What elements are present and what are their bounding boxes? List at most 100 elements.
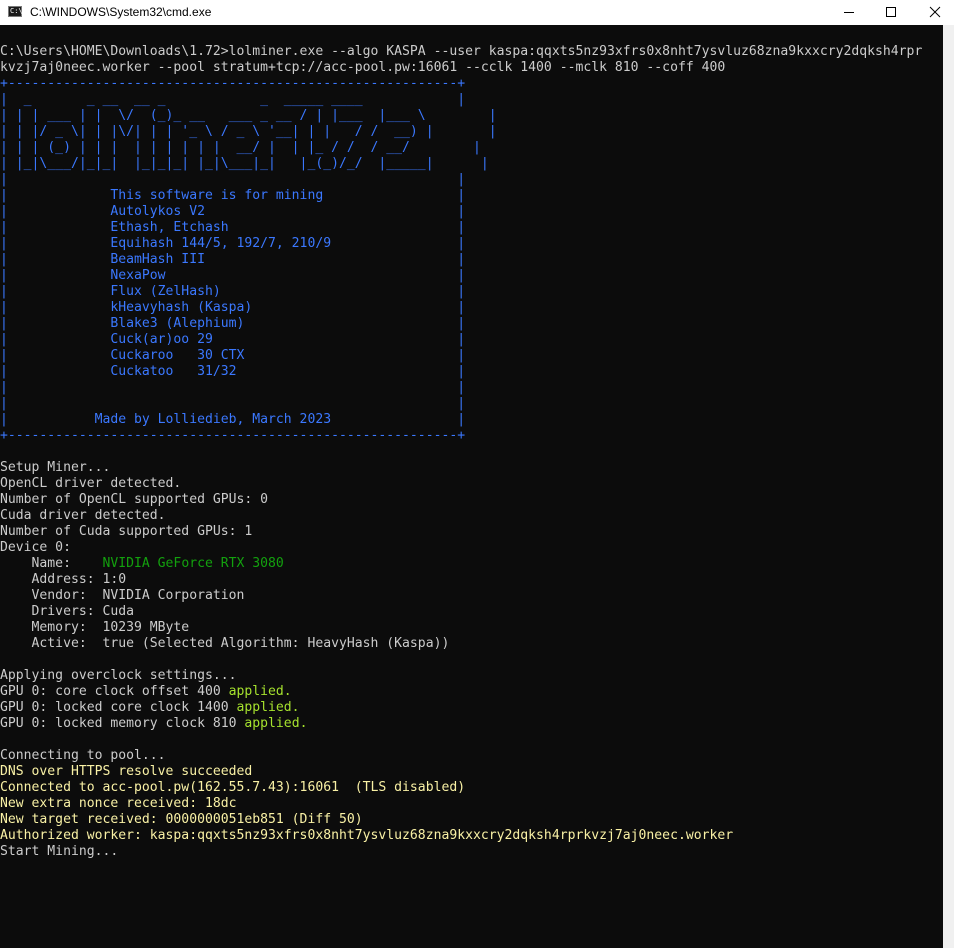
console-text: Connecting to pool... xyxy=(0,748,166,763)
console-text: | Cuckatoo 31/32 | xyxy=(0,364,466,379)
console-line: | NexaPow | xyxy=(0,268,922,284)
maximize-icon xyxy=(886,7,896,17)
console-line: | | xyxy=(0,380,922,396)
console-text: Number of Cuda supported GPUs: 1 xyxy=(0,524,253,539)
console-line: | | xyxy=(0,396,922,412)
console-line: Active: true (Selected Algorithm: HeavyH… xyxy=(0,636,922,652)
console-line: C:\Users\HOME\Downloads\1.72>lolminer.ex… xyxy=(0,44,922,60)
console-text: New extra nonce received: 18dc xyxy=(0,796,237,811)
console-line: | | | ___ | | \/ (_)_ __ ___ _ __ / | |_… xyxy=(0,108,922,124)
console-line: | Cuckatoo 31/32 | xyxy=(0,364,922,380)
console-line: | | xyxy=(0,172,922,188)
console-line: | This software is for mining | xyxy=(0,188,922,204)
console-line: | Flux (ZelHash) | xyxy=(0,284,922,300)
console-line: | Cuck(ar)oo 29 | xyxy=(0,332,922,348)
console-text: | Blake3 (Alephium) | xyxy=(0,316,466,331)
console-line: | Blake3 (Alephium) | xyxy=(0,316,922,332)
console-text: Setup Miner... xyxy=(0,460,111,475)
console-line: DNS over HTTPS resolve succeeded xyxy=(0,764,922,780)
console-line: | | | (_) | | | | | | | | | __/ | | |_ /… xyxy=(0,140,922,156)
console-line: Device 0: xyxy=(0,540,922,556)
console-text: | kHeavyhash (Kaspa) | xyxy=(0,300,466,315)
title-bar[interactable]: C:\ C:\WINDOWS\System32\cmd.exe xyxy=(0,0,954,24)
console-line: Setup Miner... xyxy=(0,460,922,476)
console-line: kvzj7aj0neec.worker --pool stratum+tcp:/… xyxy=(0,60,922,76)
console-text: | BeamHash III | xyxy=(0,252,466,267)
console-line: Connecting to pool... xyxy=(0,748,922,764)
console-line: | | |/ _ \| | |\/| | | '_ \ / _ \ '__| |… xyxy=(0,124,922,140)
console-line: New target received: 0000000051eb851 (Di… xyxy=(0,812,922,828)
console-text: OpenCL driver detected. xyxy=(0,476,182,491)
cmd-window: C:\ C:\WINDOWS\System32\cmd.exe C:\Users… xyxy=(0,0,954,948)
console-text: GPU 0: locked core clock 1400 xyxy=(0,700,237,715)
console-text: kvzj7aj0neec.worker --pool stratum+tcp:/… xyxy=(0,60,726,75)
console-text: | | | ___ | | \/ (_)_ __ ___ _ __ / | |_… xyxy=(0,108,497,123)
console-text: | Cuckaroo 30 CTX | xyxy=(0,348,466,363)
console-text: +---------------------------------------… xyxy=(0,428,466,443)
console-text: | Equihash 144/5, 192/7, 210/9 | xyxy=(0,236,466,251)
console-line: | Equihash 144/5, 192/7, 210/9 | xyxy=(0,236,922,252)
console-text: | Made by Lolliedieb, March 2023 | xyxy=(0,412,466,427)
console-text: GPU 0: locked memory clock 810 xyxy=(0,716,245,731)
console-line: | Ethash, Etchash | xyxy=(0,220,922,236)
console-text: | This software is for mining | xyxy=(0,188,466,203)
cmd-app-icon[interactable]: C:\ xyxy=(8,6,23,17)
close-button[interactable] xyxy=(912,0,954,24)
console-text: | | | (_) | | | | | | | | | __/ | | |_ /… xyxy=(0,140,481,155)
console-text: | Autolykos V2 | xyxy=(0,204,466,219)
console-line: | Cuckaroo 30 CTX | xyxy=(0,348,922,364)
console-line: | _ _ __ __ _ _ _____ ____ | xyxy=(0,92,922,108)
console-text: Active: true (Selected Algorithm: HeavyH… xyxy=(0,636,450,651)
console-text: DNS over HTTPS resolve succeeded xyxy=(0,764,253,779)
console-output: C:\Users\HOME\Downloads\1.72>lolminer.ex… xyxy=(0,44,922,860)
console-area[interactable]: C:\Users\HOME\Downloads\1.72>lolminer.ex… xyxy=(0,25,943,948)
console-line: Number of OpenCL supported GPUs: 0 xyxy=(0,492,922,508)
console-text: Cuda driver detected. xyxy=(0,508,166,523)
console-line: Start Mining... xyxy=(0,844,922,860)
console-text: Number of OpenCL supported GPUs: 0 xyxy=(0,492,269,507)
console-line: OpenCL driver detected. xyxy=(0,476,922,492)
console-text: | | xyxy=(0,172,466,187)
console-line: Name: NVIDIA GeForce RTX 3080 xyxy=(0,556,922,572)
console-text: Start Mining... xyxy=(0,844,119,859)
close-icon xyxy=(929,6,941,18)
console-line: New extra nonce received: 18dc xyxy=(0,796,922,812)
minimize-button[interactable] xyxy=(826,0,872,24)
console-text: +---------------------------------------… xyxy=(0,76,466,91)
maximize-button[interactable] xyxy=(868,0,914,24)
console-text: GPU 0: core clock offset 400 xyxy=(0,684,229,699)
console-line: Memory: 10239 MByte xyxy=(0,620,922,636)
console-text: | | xyxy=(0,380,466,395)
console-text: Applying overclock settings... xyxy=(0,668,237,683)
console-text: Device 0: xyxy=(0,540,71,555)
console-text: applied. xyxy=(236,700,300,715)
console-text: Address: 1:0 xyxy=(0,572,127,587)
console-line: Vendor: NVIDIA Corporation xyxy=(0,588,922,604)
console-text: | | xyxy=(0,396,466,411)
cmd-icon-prompt: C:\ xyxy=(10,7,23,15)
console-text: Memory: 10239 MByte xyxy=(0,620,190,635)
console-text: Connected to acc-pool.pw(162.55.7.43):16… xyxy=(0,780,466,795)
console-text: Drivers: Cuda xyxy=(0,604,135,619)
vertical-scrollbar[interactable] xyxy=(943,25,954,948)
console-text: | Flux (ZelHash) | xyxy=(0,284,466,299)
console-text: Authorized worker: kaspa:qqxts5nz93xfrs0… xyxy=(0,828,734,843)
console-text: Vendor: NVIDIA Corporation xyxy=(0,588,245,603)
console-line: Address: 1:0 xyxy=(0,572,922,588)
console-line: | Made by Lolliedieb, March 2023 | xyxy=(0,412,922,428)
console-text: | Ethash, Etchash | xyxy=(0,220,466,235)
console-text: | | |/ _ \| | |\/| | | '_ \ / _ \ '__| |… xyxy=(0,124,497,139)
console-text: | _ _ __ __ _ _ _____ ____ | xyxy=(0,92,466,107)
console-line: GPU 0: locked core clock 1400 applied. xyxy=(0,700,922,716)
console-line: | |_|\___/|_|_| |_|_|_| |_|\___|_| |_(_)… xyxy=(0,156,922,172)
console-text: Name: xyxy=(0,556,103,571)
console-text: NVIDIA GeForce RTX 3080 xyxy=(102,556,284,571)
console-line: +---------------------------------------… xyxy=(0,76,922,92)
console-text: | |_|\___/|_|_| |_|_|_| |_|\___|_| |_(_)… xyxy=(0,156,489,171)
console-line: Connected to acc-pool.pw(162.55.7.43):16… xyxy=(0,780,922,796)
console-line: GPU 0: locked memory clock 810 applied. xyxy=(0,716,922,732)
console-line: | Autolykos V2 | xyxy=(0,204,922,220)
console-line: Number of Cuda supported GPUs: 1 xyxy=(0,524,922,540)
